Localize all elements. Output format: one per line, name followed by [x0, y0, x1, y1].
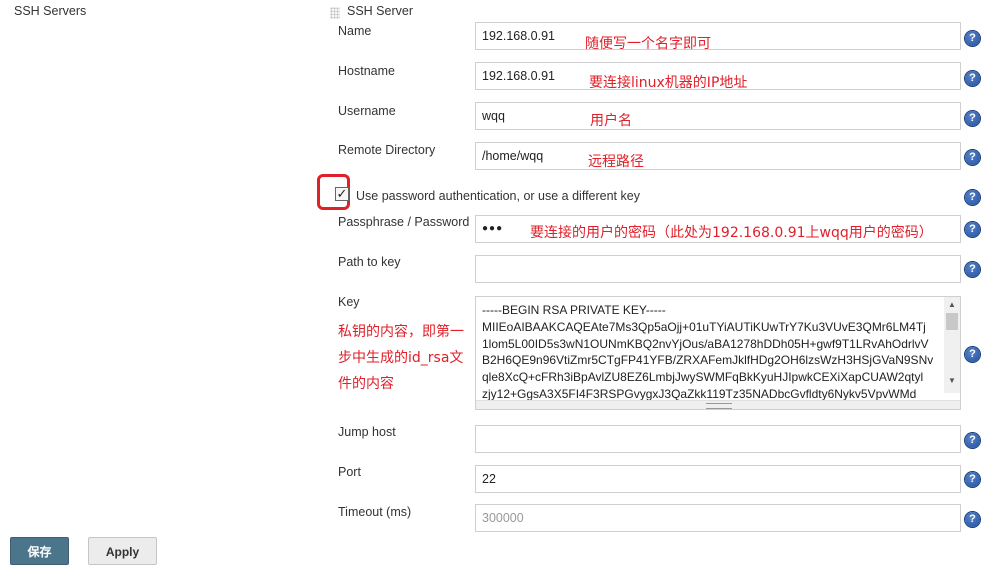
port-label: Port	[338, 465, 361, 479]
use-password-checkbox[interactable]: ✓	[335, 187, 349, 201]
help-icon-key[interactable]: ?	[965, 347, 980, 362]
jump-host-label: Jump host	[338, 425, 396, 439]
key-label: Key	[338, 295, 360, 309]
hostname-label: Hostname	[338, 64, 395, 78]
username-annotation: 用户名	[590, 113, 632, 129]
remote-directory-annotation: 远程路径	[588, 154, 644, 170]
apply-button[interactable]: Apply	[88, 537, 157, 565]
section-title-ssh-servers: SSH Servers	[14, 4, 87, 18]
textarea-resize-handle[interactable]	[476, 400, 960, 409]
scroll-up-icon[interactable]: ▲	[944, 298, 960, 312]
key-textarea[interactable]: -----BEGIN RSA PRIVATE KEY----- MIIEoAIB…	[475, 296, 961, 410]
help-icon-timeout[interactable]: ?	[965, 512, 980, 527]
key-text: -----BEGIN RSA PRIVATE KEY----- MIIEoAIB…	[482, 303, 934, 401]
timeout-label: Timeout (ms)	[338, 505, 412, 519]
help-icon-hostname[interactable]: ?	[965, 71, 980, 86]
key-annotation-line-2: 步中生成的id_rsa文	[338, 350, 464, 366]
resize-grip-icon	[706, 403, 732, 409]
key-annotation-line-3: 件的内容	[338, 376, 394, 392]
remote-directory-field[interactable]	[475, 142, 961, 170]
scroll-down-icon[interactable]: ▼	[944, 374, 960, 388]
help-icon-username[interactable]: ?	[965, 111, 980, 126]
port-field[interactable]	[475, 465, 961, 493]
help-icon-name[interactable]: ?	[965, 31, 980, 46]
passphrase-annotation: 要连接的用户的密码（此处为192.168.0.91上wqq用户的密码）	[530, 225, 933, 241]
ssh-server-title: SSH Server	[347, 4, 413, 18]
drag-handle-icon[interactable]	[330, 7, 340, 19]
timeout-field[interactable]	[475, 504, 961, 532]
name-label: Name	[338, 24, 372, 38]
help-icon-passphrase[interactable]: ?	[965, 222, 980, 237]
path-to-key-label: Path to key	[338, 255, 401, 269]
help-icon-use-password[interactable]: ?	[965, 190, 980, 205]
help-icon-jump-host[interactable]: ?	[965, 433, 980, 448]
help-icon-path-to-key[interactable]: ?	[965, 262, 980, 277]
name-field[interactable]	[475, 22, 961, 50]
help-icon-port[interactable]: ?	[965, 472, 980, 487]
use-password-label: Use password authentication, or use a di…	[356, 189, 640, 203]
name-annotation: 随便写一个名字即可	[585, 36, 711, 52]
passphrase-label: Passphrase / Password	[338, 215, 470, 229]
hostname-annotation: 要连接linux机器的IP地址	[589, 75, 748, 91]
jump-host-field[interactable]	[475, 425, 961, 453]
key-annotation-line-1: 私钥的内容，即第一	[338, 324, 464, 340]
help-icon-remote-directory[interactable]: ?	[965, 150, 980, 165]
username-label: Username	[338, 104, 396, 118]
save-button[interactable]: 保存	[10, 537, 69, 565]
remote-directory-label: Remote Directory	[338, 143, 436, 157]
key-scrollbar[interactable]: ▲ ▼	[944, 297, 960, 393]
username-field[interactable]	[475, 102, 961, 130]
path-to-key-field[interactable]	[475, 255, 961, 283]
scroll-thumb[interactable]	[946, 313, 958, 330]
